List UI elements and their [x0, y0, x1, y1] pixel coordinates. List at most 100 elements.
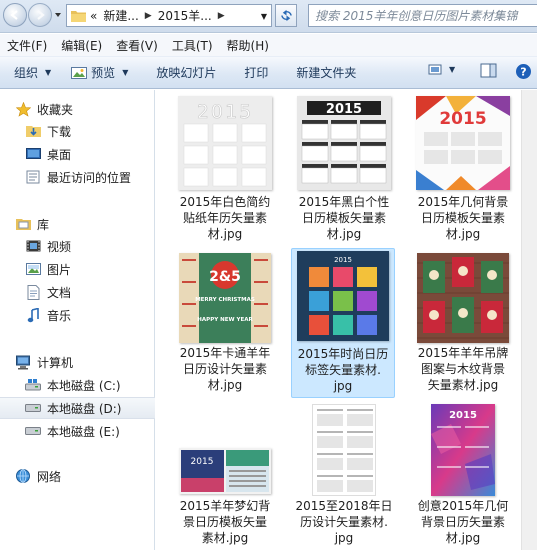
document-icon	[25, 284, 41, 300]
file-item[interactable]: 2015年羊年吊牌 图案与木纹背景 矢量素材.jpg	[411, 247, 515, 395]
file-list: 2015 2015年白色简约 贴纸年历矢量素 材.jpg 2015 2015年黑…	[156, 90, 537, 550]
recent-pages-dropdown-icon[interactable]	[54, 11, 62, 19]
thumb-text: 2015	[334, 256, 352, 264]
menu-file[interactable]: 文件(F)	[0, 37, 54, 54]
desktop-icon	[25, 146, 41, 162]
file-thumbnail: 2&5 MERRY CHRISTMAS HAPPY NEW YEAR	[179, 253, 271, 343]
print-button[interactable]: 打印	[244, 61, 268, 85]
nav-documents[interactable]: 文档	[0, 281, 155, 303]
video-icon	[25, 238, 41, 254]
star-icon	[15, 101, 31, 117]
preview-pane-icon[interactable]	[480, 63, 498, 79]
file-name: 2015年几何背景 日历模板矢量素 材.jpg	[417, 195, 509, 241]
menu-edit[interactable]: 编辑(E)	[54, 37, 109, 54]
file-item[interactable]: 2015 2015年白色简约 贴纸年历矢量素 材.jpg	[173, 90, 277, 241]
file-name: 2015年黑白个性 日历模板矢量素 材.jpg	[298, 195, 390, 241]
file-name: 2015年时尚日历 标签矢量素材. jpg	[297, 347, 389, 393]
thumb-text: 2015	[449, 410, 477, 421]
organize-label: 组织	[14, 66, 39, 80]
menu-bar: 文件(F) 编辑(E) 查看(V) 工具(T) 帮助(H)	[0, 34, 537, 56]
nav-documents-label: 文档	[47, 285, 72, 300]
picture-preview-icon	[71, 66, 88, 79]
thumb-text: 2015	[439, 109, 486, 129]
nav-network-label: 网络	[37, 469, 62, 484]
file-item[interactable]: 2015 创意2015年几何 背景日历矢量素 材.jpg	[411, 400, 515, 548]
forward-button[interactable]	[28, 3, 52, 27]
file-item[interactable]: 2015 2015年黑白个性 日历模板矢量素 材.jpg	[292, 90, 396, 241]
file-thumbnail: 2015	[416, 96, 510, 190]
vertical-scrollbar[interactable]	[521, 90, 537, 550]
breadcrumb-parent[interactable]: 新建...	[103, 7, 138, 24]
nav-disk-d-label: 本地磁盘 (D:)	[47, 401, 122, 416]
file-thumbnail: 2015	[297, 96, 391, 190]
network-icon	[15, 468, 31, 484]
file-thumbnail: 2015	[179, 448, 271, 494]
breadcrumb-separator-icon[interactable]: ▶	[145, 11, 152, 21]
nav-computer[interactable]: 计算机	[0, 351, 155, 373]
slideshow-button[interactable]: 放映幻灯片	[156, 61, 216, 85]
nav-library-label: 库	[37, 217, 50, 232]
drive-icon	[25, 400, 41, 416]
chevron-down-icon: ▼	[45, 68, 52, 77]
slideshow-label: 放映幻灯片	[156, 66, 217, 80]
recent-places-icon	[25, 169, 41, 185]
view-dropdown-icon[interactable]: ▼	[449, 65, 455, 74]
address-bar-area: « 新建... ▶ 2015羊... ▶ ▼ 搜索 2015羊年创意日历图片素材…	[0, 0, 537, 33]
nav-recent-places[interactable]: 最近访问的位置	[0, 166, 155, 188]
menu-view[interactable]: 查看(V)	[109, 37, 165, 54]
nav-disk-e-label: 本地磁盘 (E:)	[47, 424, 120, 439]
nav-downloads-label: 下载	[47, 124, 72, 139]
organize-button[interactable]: 组织 ▼	[14, 61, 51, 85]
file-name: 2015年白色简约 贴纸年历矢量素 材.jpg	[179, 195, 271, 241]
breadcrumb-separator-icon[interactable]: ▶	[218, 11, 225, 21]
thumb-text: HAPPY NEW YEAR	[197, 317, 253, 323]
command-bar: 组织 ▼ 预览 ▼ 放映幻灯片 打印 新建文件夹	[0, 56, 537, 89]
file-item[interactable]: 2&5 MERRY CHRISTMAS HAPPY NEW YEAR 2015年…	[173, 247, 277, 395]
nav-disk-e[interactable]: 本地磁盘 (E:)	[0, 420, 155, 442]
system-drive-icon	[25, 377, 41, 393]
nav-videos[interactable]: 视频	[0, 235, 155, 257]
nav-favorites-label: 收藏夹	[37, 102, 74, 117]
new-folder-button[interactable]: 新建文件夹	[296, 61, 356, 85]
breadcrumb-overflow[interactable]: «	[90, 9, 97, 23]
file-item[interactable]: 2015至2018年日 历设计矢量素材. jpg	[292, 400, 396, 548]
file-item[interactable]: 2015 2015羊年梦幻背 景日历模板矢量 素材.jpg	[173, 400, 277, 548]
nav-favorites[interactable]: 收藏夹	[0, 98, 155, 120]
search-input[interactable]: 搜索 2015羊年创意日历图片素材集锦	[308, 4, 537, 27]
breadcrumb-current[interactable]: 2015羊...	[158, 7, 212, 24]
menu-tools[interactable]: 工具(T)	[165, 37, 220, 54]
file-item[interactable]: 2015 2015年时尚日历 标签矢量素材. jpg	[291, 248, 395, 398]
nav-library[interactable]: 库	[0, 213, 155, 235]
change-view-icon[interactable]	[428, 63, 446, 77]
nav-disk-d[interactable]: 本地磁盘 (D:)	[0, 397, 155, 419]
picture-icon	[25, 261, 41, 277]
nav-desktop[interactable]: 桌面	[0, 143, 155, 165]
nav-music[interactable]: 音乐	[0, 304, 155, 326]
file-name: 2015年卡通羊年 日历设计矢量素 材.jpg	[179, 346, 271, 392]
nav-downloads[interactable]: 下载	[0, 120, 155, 142]
address-dropdown-icon[interactable]: ▼	[261, 12, 267, 21]
nav-videos-label: 视频	[47, 239, 72, 254]
file-name: 创意2015年几何 背景日历矢量素 材.jpg	[417, 499, 509, 545]
refresh-button[interactable]	[275, 4, 297, 27]
help-icon[interactable]: ?	[515, 63, 532, 80]
computer-icon	[15, 354, 31, 370]
nav-pictures[interactable]: 图片	[0, 258, 155, 280]
nav-disk-c-label: 本地磁盘 (C:)	[47, 378, 121, 393]
menu-help[interactable]: 帮助(H)	[220, 37, 276, 54]
file-name: 2015羊年梦幻背 景日历模板矢量 素材.jpg	[179, 499, 271, 545]
address-input[interactable]: « 新建... ▶ 2015羊... ▶ ▼	[66, 4, 272, 27]
nav-network[interactable]: 网络	[0, 465, 155, 487]
preview-button[interactable]: 预览 ▼	[71, 61, 128, 85]
chevron-down-icon: ▼	[122, 68, 129, 77]
preview-label: 预览	[91, 66, 116, 80]
print-label: 打印	[244, 66, 269, 80]
file-thumbnail	[417, 253, 509, 343]
nav-disk-c[interactable]: 本地磁盘 (C:)	[0, 374, 155, 396]
nav-music-label: 音乐	[47, 308, 72, 323]
folder-icon	[71, 10, 86, 22]
file-item[interactable]: 2015 2015年几何背景 日历模板矢量素 材.jpg	[411, 90, 515, 241]
refresh-icon	[280, 9, 292, 22]
back-button[interactable]	[3, 3, 27, 27]
thumb-text: 2015	[191, 457, 214, 467]
